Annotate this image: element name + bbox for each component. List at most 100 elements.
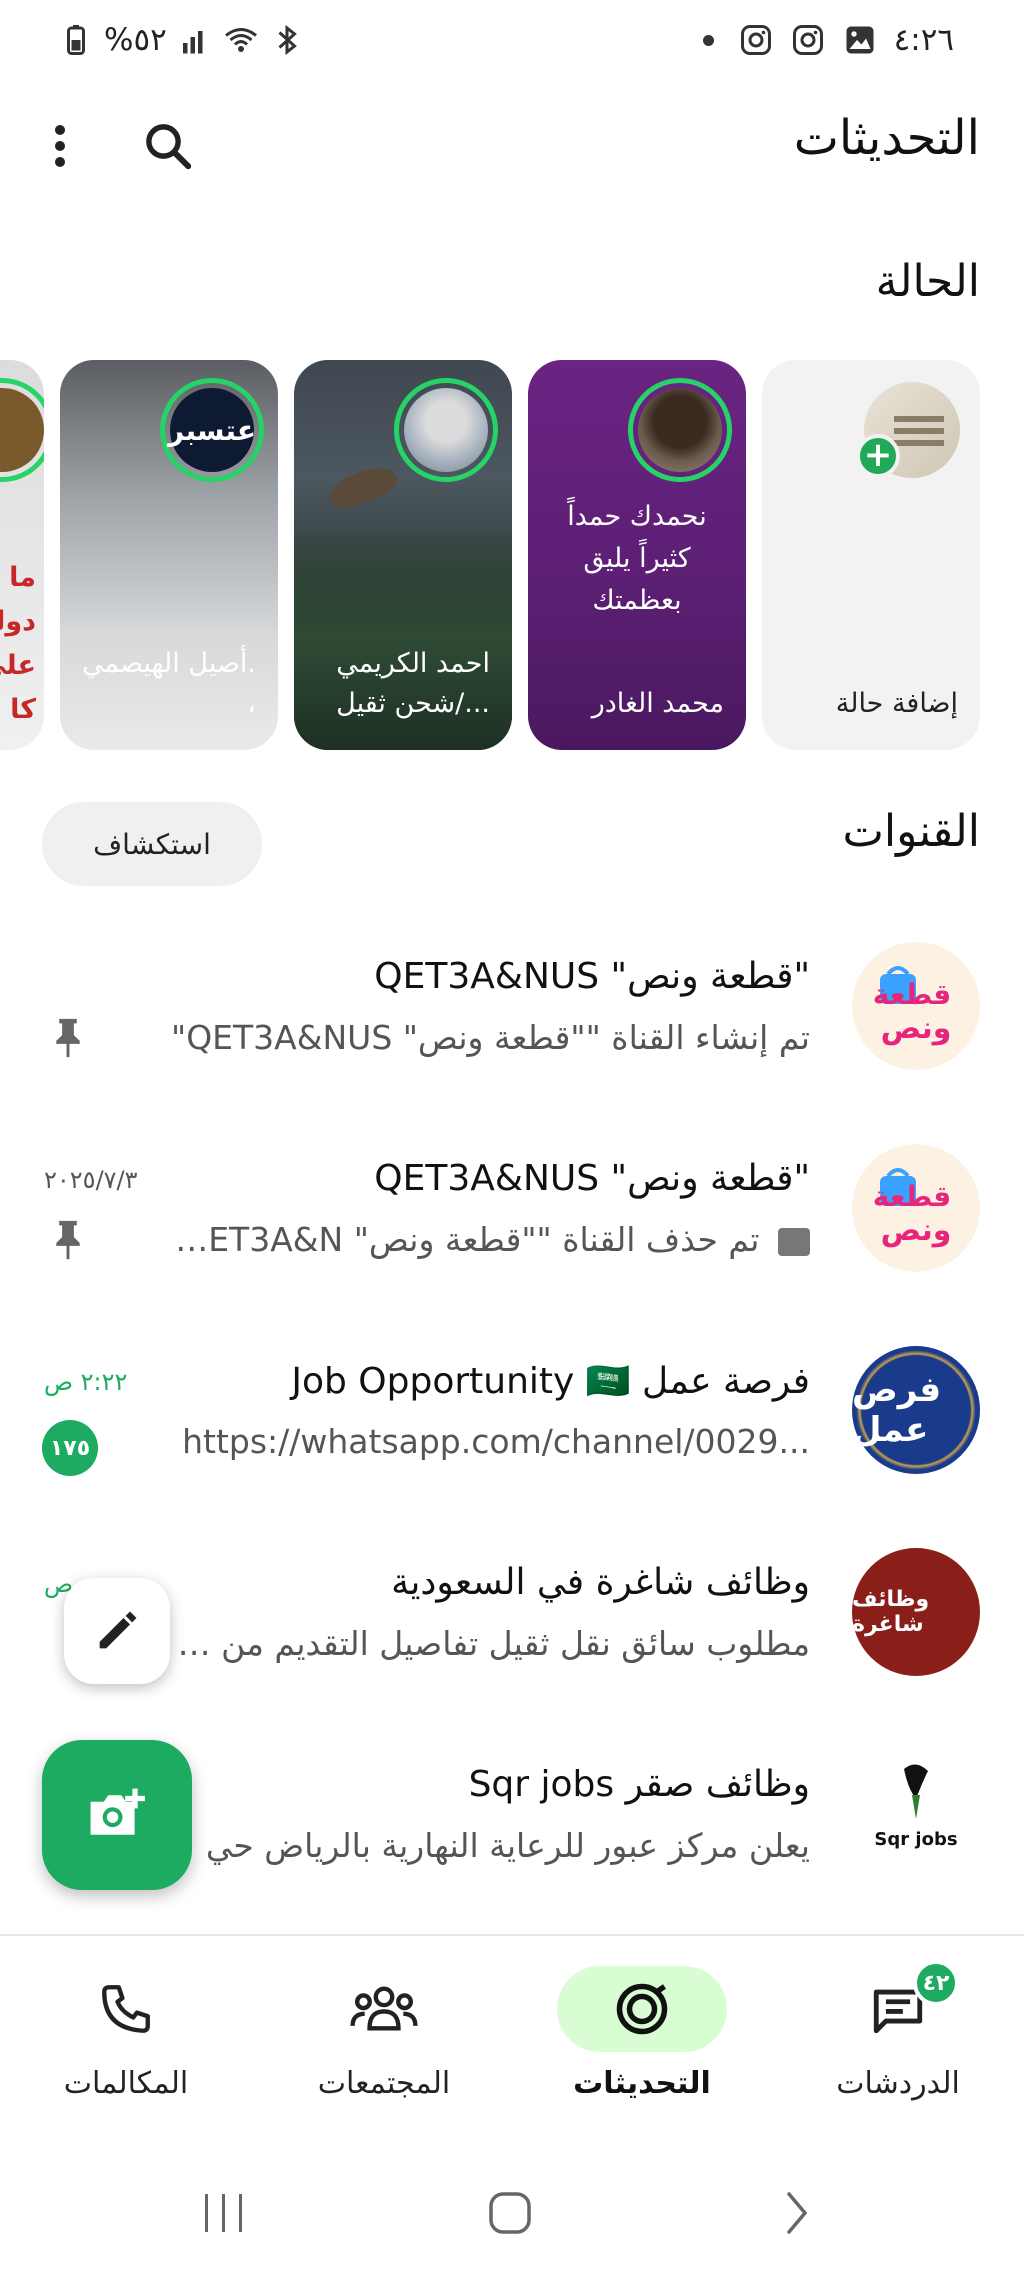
- channel-name: "قطعة ونص" QET3A&NUS: [374, 1158, 810, 1199]
- unread-badge: ١٧٥: [42, 1420, 98, 1476]
- nav-icon-wrap-active: [557, 1966, 727, 2052]
- status-card-aseel[interactable]: عتسبر أصيل الهيصمي. ،: [60, 360, 278, 750]
- pencil-icon: [99, 1611, 137, 1649]
- pin-icon: [56, 1018, 80, 1058]
- search-button[interactable]: [136, 114, 200, 178]
- channel-preview: https://whatsapp.com/channel/0029...: [182, 1422, 810, 1461]
- instagram-icon: [740, 25, 771, 55]
- updates-icon: [616, 1983, 668, 2035]
- status-card-partial[interactable]: ما دولة علي كا: [0, 360, 44, 750]
- status-bird-image: [324, 460, 402, 514]
- status-card-name: محمد الغادر: [591, 688, 724, 719]
- more-vert-icon: [55, 125, 65, 167]
- explore-channels-button[interactable]: استكشاف: [42, 802, 262, 886]
- back-button[interactable]: [756, 2178, 836, 2248]
- status-card-mohammed[interactable]: نحمدك حمداً كثيراً يليق بعظمتك محمد الغا…: [528, 360, 746, 750]
- channel-name: وظائف صقر Sqr jobs: [468, 1764, 810, 1805]
- signal-icon: [182, 31, 203, 54]
- recent-apps-icon: [205, 2194, 242, 2232]
- avatar: [404, 388, 488, 472]
- camera-add-icon: [90, 1788, 145, 1835]
- channel-item[interactable]: فرص عمل ٢:٢٢ ص فرصة عمل Job Opportunity …: [0, 1316, 1024, 1516]
- channel-time: ٢:٢٢ ص: [44, 1368, 128, 1396]
- svg-text:قطعة: قطعة: [873, 1180, 951, 1213]
- communities-icon: [350, 1986, 418, 2031]
- nav-chats[interactable]: ٤٢ الدردشات: [788, 1960, 1008, 2116]
- image-icon: [778, 1227, 810, 1256]
- channel-name: فرصة عمل Job Opportunity 🇸🇦: [291, 1361, 810, 1402]
- sqr-jobs-logo-icon: Sqr jobs: [874, 1764, 958, 1850]
- more-options-button[interactable]: [36, 114, 84, 178]
- qet3a-logo-icon: قطعة ونص: [873, 966, 952, 1046]
- channels-section-title: القنوات: [842, 806, 980, 857]
- status-ring: عتسبر: [160, 378, 264, 482]
- pin-icon: [56, 1220, 80, 1260]
- channel-item[interactable]: قطعة ونص ٢٠٢٥/٧/٣ "قطعة ونص" QET3A&NUS ت…: [0, 1114, 1024, 1314]
- sqr-jobs-logo-text: Sqr jobs: [874, 1829, 957, 1850]
- status-card-ahmed[interactable]: احمد الكريمي شحن ثقيل/...: [294, 360, 512, 750]
- page-title: التحديثات: [793, 110, 980, 166]
- channel-preview: تم حذف القناة ""قطعة ونص" QET3A&N...: [170, 1220, 810, 1259]
- channel-avatar: قطعة ونص: [852, 1144, 980, 1272]
- nav-communities[interactable]: المجتمعات: [274, 1966, 494, 2116]
- avatar: [0, 388, 44, 472]
- channel-preview: مطلوب سائق نقل ثقيل تفاصيل التقديم من خ.…: [170, 1624, 810, 1663]
- status-card-add[interactable]: + إضافة حالة: [762, 360, 980, 750]
- nav-calls[interactable]: المكالمات: [16, 1966, 236, 2116]
- nav-icon-wrap: ٤٢: [813, 1960, 983, 2052]
- nav-label: المجتمعات: [317, 2066, 451, 2101]
- battery-percent: %٥٢: [104, 22, 167, 58]
- nav-updates[interactable]: التحديثات: [532, 1966, 752, 2116]
- home-button[interactable]: [470, 2178, 550, 2248]
- channel-preview: تم إنشاء القناة ""قطعة ونص" QET3A&NUS": [171, 1018, 810, 1057]
- channel-item[interactable]: قطعة ونص "قطعة ونص" QET3A&NUS تم إنشاء ا…: [0, 912, 1024, 1112]
- nav-label: التحديثات: [573, 2066, 711, 2101]
- status-section-title: الحالة: [875, 256, 980, 307]
- status-ring: [628, 378, 732, 482]
- instagram-icon-2: [792, 25, 823, 55]
- channel-name: وظائف شاغرة في السعودية: [391, 1562, 810, 1603]
- bluetooth-icon: [278, 24, 297, 56]
- battery-icon: [67, 25, 85, 55]
- bottom-nav: المكالمات المجتمعات التحديثات ٤٢ الدردشا…: [0, 1934, 1024, 2130]
- channel-avatar: قطعة ونص: [852, 942, 980, 1070]
- recent-apps-button[interactable]: [184, 2178, 264, 2248]
- channel-name: "قطعة ونص" QET3A&NUS: [374, 956, 810, 997]
- home-icon: [489, 2192, 531, 2234]
- status-card-name: إضافة حالة: [835, 688, 958, 719]
- status-bar: %٥٢ ٤:٢٦: [0, 0, 1024, 86]
- status-partial-text: ما دولة علي كا: [0, 562, 36, 725]
- system-nav-bar: [0, 2150, 1024, 2276]
- camera-status-button[interactable]: [42, 1740, 192, 1890]
- channel-avatar: Sqr jobs: [852, 1750, 980, 1878]
- status-bar-right: ٤:٢٦: [702, 22, 954, 58]
- avatar: [638, 388, 722, 472]
- add-status-plus-icon[interactable]: +: [856, 434, 900, 478]
- channel-avatar: وظائف شاغرة: [852, 1548, 980, 1676]
- status-carousel[interactable]: + إضافة حالة نحمدك حمداً كثيراً يليق بعظ…: [0, 360, 1024, 752]
- clock: ٤:٢٦: [893, 22, 954, 58]
- status-message: نحمدك حمداً كثيراً يليق بعظمتك: [567, 501, 707, 616]
- gallery-icon: [846, 26, 874, 54]
- qet3a-logo-icon: قطعة ونص: [873, 1168, 951, 1248]
- channel-preview-text: تم حذف القناة ""قطعة ونص" QET3A&N...: [170, 1220, 760, 1259]
- nav-icon-wrap: [299, 1966, 469, 2052]
- wifi-icon: [224, 28, 257, 52]
- svg-text:قطعة: قطعة: [873, 978, 951, 1011]
- nav-icon-wrap: [41, 1966, 211, 2052]
- channel-preview: يعلن مركز عبور للرعاية النهارية بالرياض …: [205, 1826, 810, 1865]
- new-text-status-button[interactable]: [64, 1578, 170, 1684]
- status-card-name: احمد الكريمي شحن ثقيل/...: [336, 648, 490, 719]
- svg-text:ونص: ونص: [881, 1011, 952, 1046]
- nav-label: المكالمات: [63, 2066, 189, 2101]
- search-icon: [146, 124, 192, 170]
- status-ring: [0, 378, 44, 482]
- avatar: عتسبر: [168, 388, 256, 472]
- status-ring: [394, 378, 498, 482]
- channel-avatar: فرص عمل: [852, 1346, 980, 1474]
- nav-label: الدردشات: [836, 2066, 960, 2101]
- notification-dot-icon: [702, 34, 714, 46]
- back-chevron-icon: [787, 2192, 808, 2234]
- status-card-name: أصيل الهيصمي. ،: [81, 648, 256, 719]
- channel-time: ٢٠٢٥/٧/٣: [44, 1166, 138, 1194]
